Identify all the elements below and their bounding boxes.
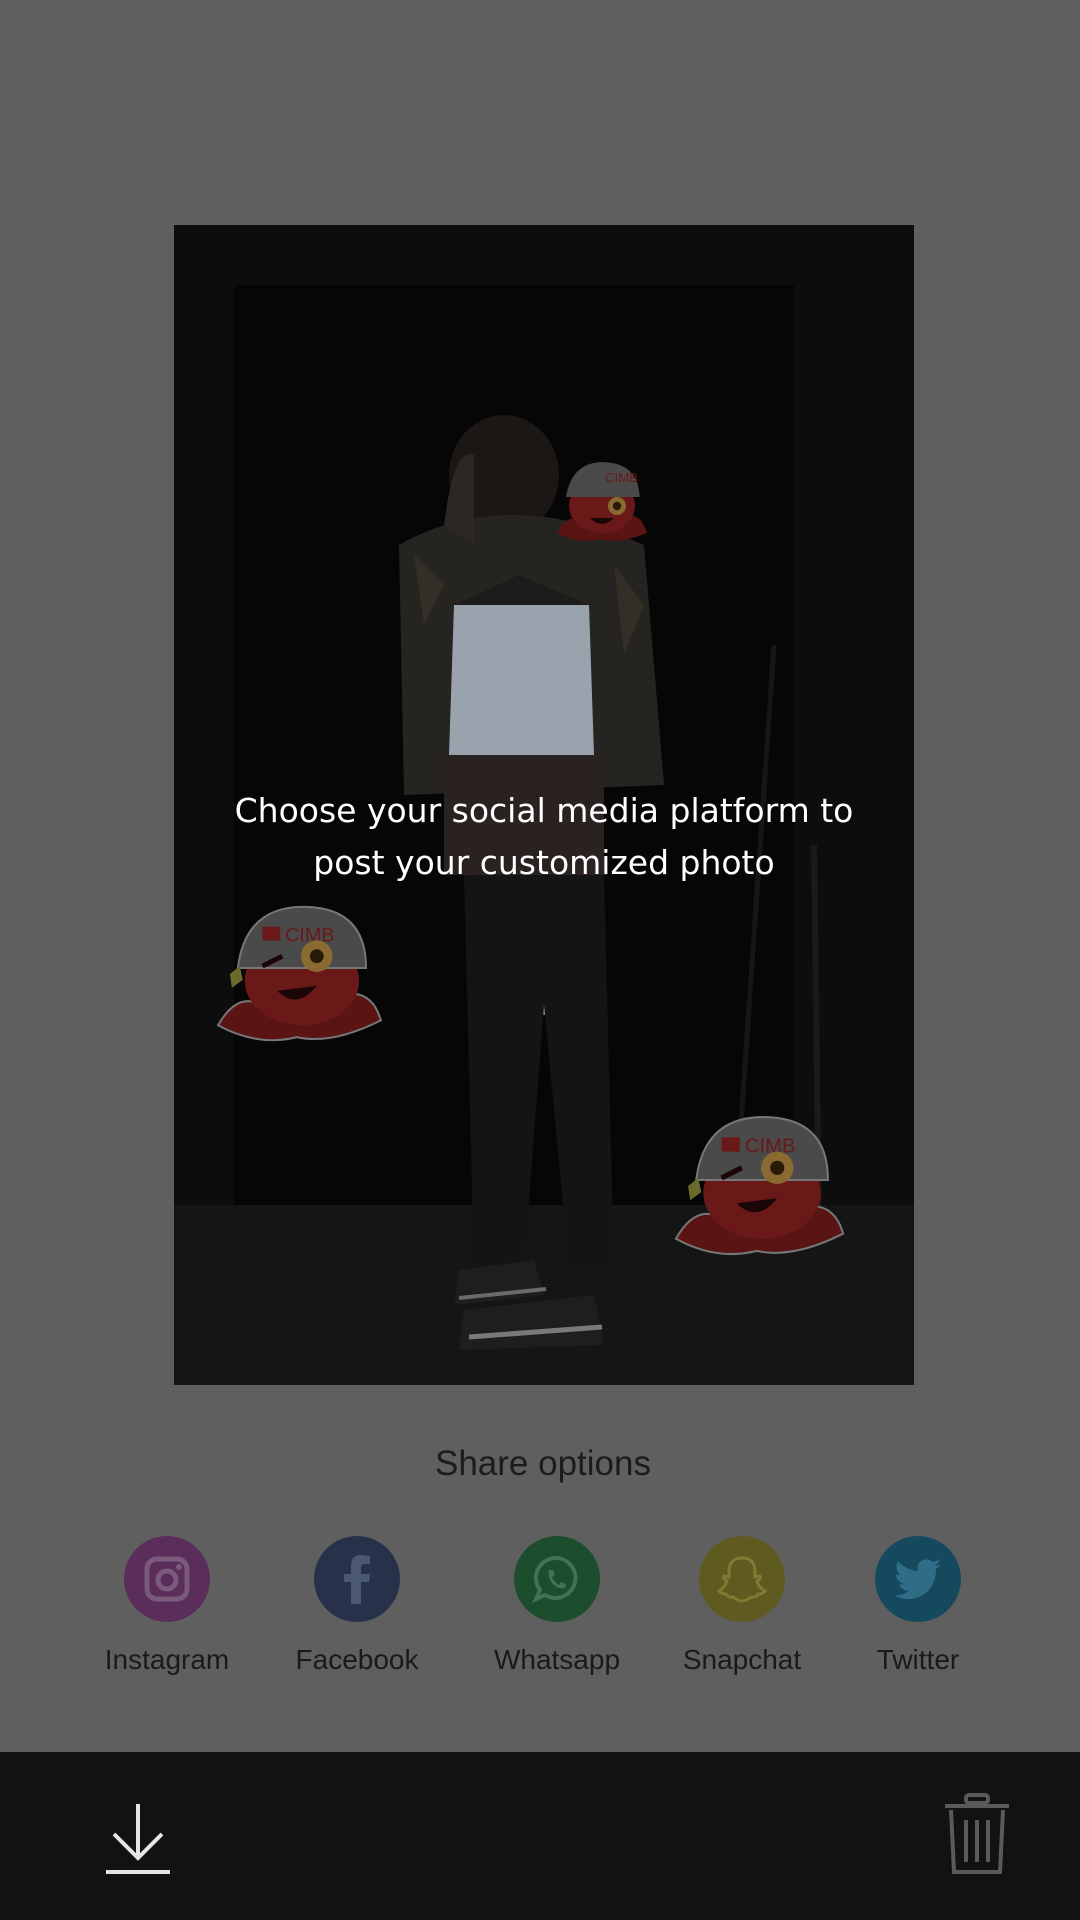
download-icon	[106, 1804, 170, 1874]
sticker-badge-text: CIMB	[605, 470, 638, 485]
download-button[interactable]	[104, 1800, 172, 1876]
share-facebook-button[interactable]: Facebook	[267, 1536, 447, 1676]
customized-photo: CIMB CIMB CIMB Choose your social media …	[174, 225, 914, 1385]
delete-button[interactable]	[942, 1792, 1012, 1876]
share-instruction-line-1: Choose your social media platform to	[234, 791, 854, 830]
share-options-title: Share options	[435, 1444, 651, 1483]
twitter-icon	[875, 1536, 961, 1622]
share-instagram-label: Instagram	[104, 1644, 230, 1675]
snapchat-icon	[699, 1536, 785, 1622]
share-instruction-text: Choose your social media platform to pos…	[224, 785, 864, 889]
share-whatsapp-label: Whatsapp	[493, 1644, 621, 1675]
whatsapp-icon	[514, 1536, 600, 1622]
facebook-icon	[314, 1536, 400, 1622]
share-options-row: Instagram Facebook Whatsapp Snapchat Twi…	[0, 1536, 1080, 1696]
share-snapchat-label: Snapchat	[682, 1644, 802, 1675]
octopus-mascot-sticker[interactable]: CIMB	[208, 897, 386, 1045]
share-whatsapp-button[interactable]: Whatsapp	[467, 1536, 647, 1676]
bottom-toolbar	[0, 1752, 1080, 1920]
share-snapchat-button[interactable]: Snapchat	[652, 1536, 832, 1676]
share-twitter-label: Twitter	[876, 1644, 960, 1675]
share-facebook-label: Facebook	[295, 1644, 419, 1675]
share-twitter-button[interactable]: Twitter	[828, 1536, 1008, 1676]
octopus-mascot-sticker[interactable]: CIMB	[544, 455, 654, 545]
trash-icon	[945, 1793, 1009, 1874]
share-instagram-button[interactable]: Instagram	[77, 1536, 257, 1676]
instagram-icon	[124, 1536, 210, 1622]
share-instruction-line-2: post your customized photo	[313, 843, 775, 882]
octopus-mascot-sticker[interactable]: CIMB	[662, 1107, 852, 1259]
